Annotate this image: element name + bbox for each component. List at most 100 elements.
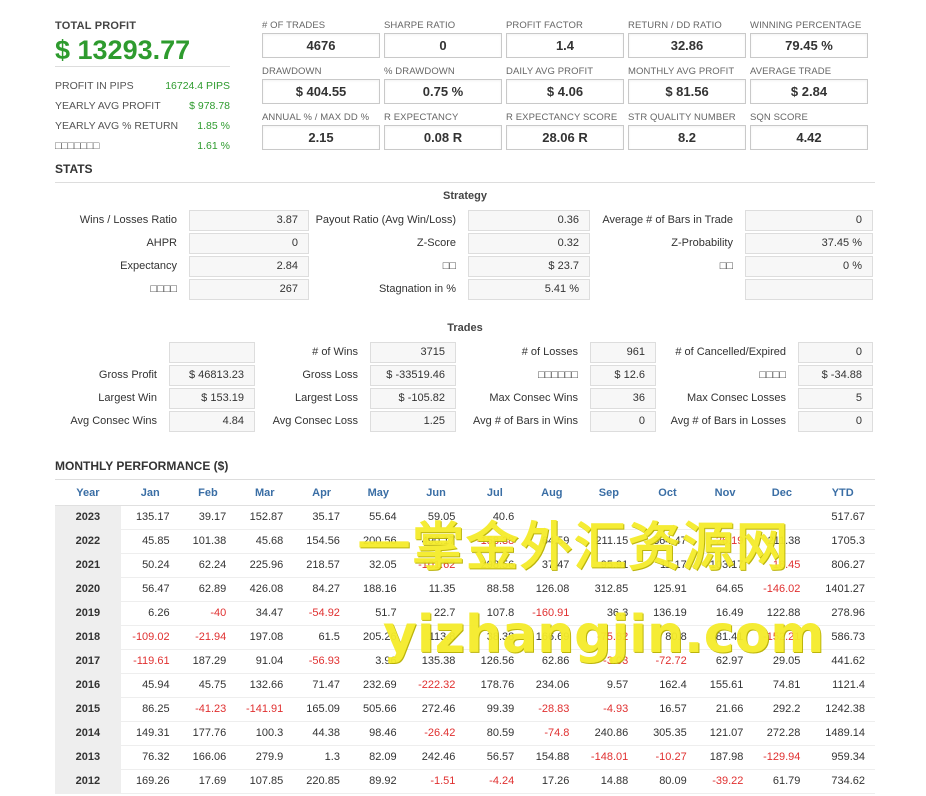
trades-label bbox=[55, 342, 157, 362]
year-cell: 2022 bbox=[55, 529, 121, 554]
month-cell: 490.17 bbox=[406, 529, 466, 554]
month-cell: 32.05 bbox=[349, 553, 407, 578]
column-header: Sep bbox=[579, 481, 639, 506]
month-cell: 21.66 bbox=[696, 697, 754, 722]
metric-card: # OF TRADES 4676 bbox=[262, 20, 380, 58]
month-cell: 17.26 bbox=[524, 769, 580, 794]
metric-value: 1.4 bbox=[506, 33, 624, 58]
month-cell: 16.49 bbox=[696, 601, 754, 626]
table-row: 2023 135.17 39.17 152.87 35.17 55.64 59.05 40.6… bbox=[55, 505, 875, 530]
month-cell: 126.08 bbox=[524, 577, 580, 602]
column-header: Oct bbox=[638, 481, 697, 506]
month-cell: -54.92 bbox=[293, 601, 350, 626]
metric-value: 0.08 R bbox=[384, 125, 502, 150]
trades-label: # of Wins bbox=[312, 346, 358, 358]
metric-card: R EXPECTANCY SCORE 28.06 R bbox=[506, 112, 624, 150]
trades-label: Max Consec Losses bbox=[686, 392, 786, 404]
metric-card: STR QUALITY NUMBER 8.2 bbox=[628, 112, 746, 150]
ytd-cell: 1242.38 bbox=[810, 697, 875, 722]
metric-value: 8.2 bbox=[628, 125, 746, 150]
metric-label: DRAWDOWN bbox=[262, 66, 322, 77]
month-cell: 197.08 bbox=[236, 625, 294, 650]
trades-label: # of Losses bbox=[521, 346, 578, 358]
month-cell: -158.38 bbox=[465, 529, 525, 554]
month-cell: 99.39 bbox=[465, 697, 525, 722]
metric-card: DRAWDOWN $ 404.55 bbox=[262, 66, 380, 104]
trades-value: 4.84 bbox=[169, 411, 255, 432]
month-cell: -141.91 bbox=[236, 697, 294, 722]
year-cell: 2021 bbox=[55, 553, 121, 578]
month-cell: 279.9 bbox=[236, 745, 294, 770]
month-cell: 62.97 bbox=[696, 649, 754, 674]
trades-value: $ 46813.23 bbox=[169, 365, 255, 386]
table-row: 2020 56.47 62.89 426.08 84.27 188.16 11.35 88.5… bbox=[55, 577, 875, 602]
month-cell: 84.27 bbox=[293, 577, 350, 602]
month-cell: 154.56 bbox=[293, 529, 350, 554]
month-cell: 95.91 bbox=[579, 553, 639, 578]
trades-value: 1.25 bbox=[370, 411, 456, 432]
trades-label: Avg # of Bars in Wins bbox=[473, 415, 578, 427]
month-cell: -152.21 bbox=[753, 625, 811, 650]
month-cell: -40 bbox=[179, 601, 237, 626]
trades-value: 36 bbox=[590, 388, 656, 409]
table-row: 2019 6.26 -40 34.47 -54.92 51.7 22.7 107.8 -160.… bbox=[55, 601, 875, 626]
month-cell: 101.38 bbox=[179, 529, 237, 554]
total-profit-value: $ 13293.77 bbox=[55, 33, 230, 67]
trades-label: Max Consec Wins bbox=[489, 392, 578, 404]
trades-label: □□□□ bbox=[759, 369, 786, 381]
strategy-label: Z-Score bbox=[416, 237, 456, 249]
table-row: 2017 -119.61 187.29 91.04 -56.93 3.96 135.38 12… bbox=[55, 649, 875, 674]
table-row: 2014 149.31 177.76 100.3 44.38 98.46 -26.42 80.… bbox=[55, 721, 875, 746]
column-header: Nov bbox=[696, 481, 754, 506]
summary-row-label: □□□□□□□ bbox=[55, 140, 100, 152]
month-cell: 152.87 bbox=[236, 505, 294, 530]
month-cell: 211.15 bbox=[579, 529, 639, 554]
month-cell: 62.89 bbox=[179, 577, 237, 602]
strategy-value: 3.87 bbox=[189, 210, 309, 231]
month-cell: 11.17 bbox=[638, 553, 697, 578]
ytd-cell: 278.96 bbox=[810, 601, 875, 626]
column-header: YTD bbox=[810, 481, 875, 506]
trades-label: # of Cancelled/Expired bbox=[675, 346, 786, 358]
month-cell: 36.3 bbox=[579, 601, 639, 626]
month-cell: 136.19 bbox=[638, 601, 697, 626]
month-cell: -26.19 bbox=[696, 529, 754, 554]
metric-value: $ 404.55 bbox=[262, 79, 380, 104]
month-cell: 38.38 bbox=[465, 625, 525, 650]
month-cell: 64.65 bbox=[696, 577, 754, 602]
metric-label: AVERAGE TRADE bbox=[750, 66, 832, 77]
month-cell: -1.51 bbox=[406, 769, 466, 794]
month-cell: 187.98 bbox=[696, 745, 754, 770]
table-row: 2022 45.85 101.38 45.68 154.56 200.56 490.17 -1… bbox=[55, 529, 875, 554]
metric-card: WINNING PERCENTAGE 79.45 % bbox=[750, 20, 868, 58]
month-cell: 1.3 bbox=[293, 745, 350, 770]
month-cell: 80.09 bbox=[638, 769, 697, 794]
month-cell: 64.59 bbox=[524, 529, 580, 554]
column-header: Apr bbox=[293, 481, 350, 506]
metric-card: DAILY AVG PROFIT $ 4.06 bbox=[506, 66, 624, 104]
strategy-value: $ 23.7 bbox=[468, 256, 590, 277]
month-cell: -10.27 bbox=[638, 745, 697, 770]
strategy-value: 5.41 % bbox=[468, 279, 590, 300]
strategy-value: 37.45 % bbox=[745, 233, 873, 254]
month-cell: 211.38 bbox=[753, 529, 811, 554]
summary-row: PROFIT IN PIPS 16724.4 PIPS bbox=[55, 76, 230, 96]
month-cell: 16.57 bbox=[638, 697, 697, 722]
stats-divider bbox=[55, 182, 875, 183]
month-cell: 45.94 bbox=[120, 673, 180, 698]
column-header: Jun bbox=[406, 481, 466, 506]
year-cell: 2013 bbox=[55, 745, 121, 770]
metric-label: WINNING PERCENTAGE bbox=[750, 20, 862, 31]
month-cell: 91.04 bbox=[236, 649, 294, 674]
trades-title: Trades bbox=[447, 322, 483, 334]
month-cell: 40.6 bbox=[465, 505, 525, 530]
metric-label: SQN SCORE bbox=[750, 112, 808, 123]
trades-value: 0 bbox=[798, 342, 873, 363]
month-cell: -18.45 bbox=[753, 553, 811, 578]
trades-value: 0 bbox=[798, 411, 873, 432]
strategy-label: Z-Probability bbox=[671, 237, 733, 249]
month-cell: 76.32 bbox=[120, 745, 180, 770]
trades-value: 0 bbox=[590, 411, 656, 432]
total-profit-label: TOTAL PROFIT bbox=[55, 20, 137, 32]
column-header: Mar bbox=[236, 481, 294, 506]
